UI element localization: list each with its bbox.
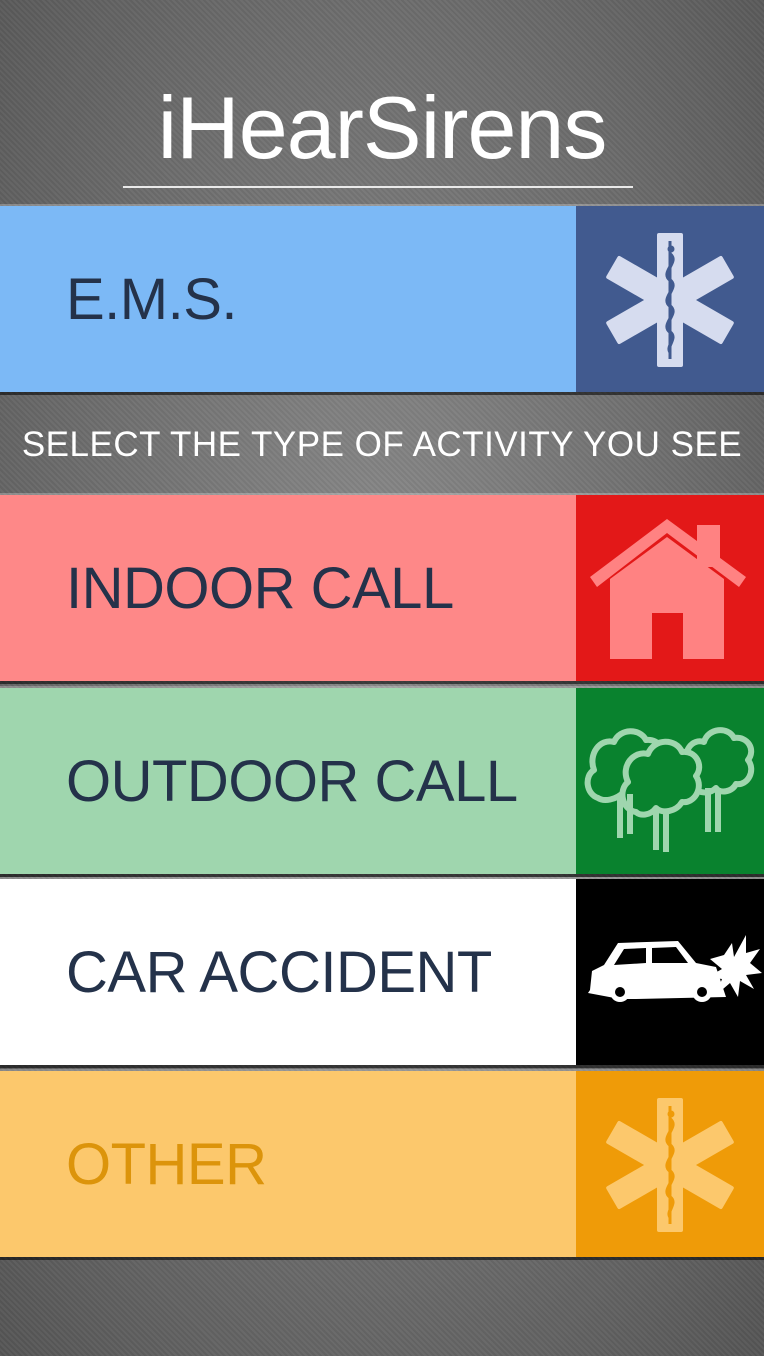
title-underline <box>123 186 633 188</box>
car-crash-icon <box>588 935 762 1002</box>
star-of-life-icon <box>605 233 735 367</box>
other-button[interactable]: OTHER <box>0 1071 764 1257</box>
ems-label: E.M.S. <box>66 267 238 332</box>
indoor-call-tile <box>576 495 764 681</box>
ems-button[interactable]: E.M.S. <box>0 206 764 392</box>
car-accident-tile <box>576 879 764 1065</box>
outdoor-call-button[interactable]: OUTDOOR CALL <box>0 688 764 874</box>
app-title: iHearSirens <box>157 78 608 177</box>
trees-icon <box>584 727 755 852</box>
other-label: OTHER <box>66 1132 267 1197</box>
car-accident-label: CAR ACCIDENT <box>66 940 492 1005</box>
activity-prompt: SELECT THE TYPE OF ACTIVITY YOU SEE <box>21 425 743 464</box>
car-accident-button[interactable]: CAR ACCIDENT <box>0 879 764 1065</box>
outdoor-call-label: OUTDOOR CALL <box>66 749 518 814</box>
outdoor-call-tile <box>576 688 764 874</box>
ems-tile <box>576 206 764 392</box>
house-icon <box>590 519 746 659</box>
indoor-call-label: INDOOR CALL <box>66 556 454 621</box>
other-tile <box>576 1071 764 1257</box>
header: iHearSirens <box>0 0 764 205</box>
star-of-life-icon <box>605 1098 735 1232</box>
indoor-call-button[interactable]: INDOOR CALL <box>0 495 764 681</box>
